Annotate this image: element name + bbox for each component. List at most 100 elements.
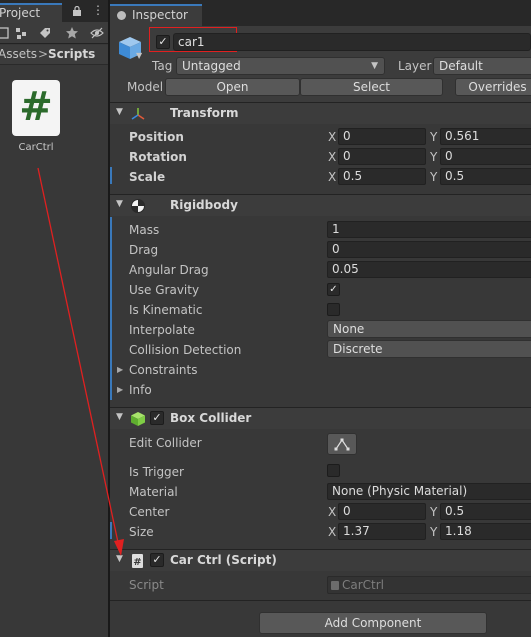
center-y-label[interactable]: Y (430, 505, 437, 519)
modified-indicator (110, 522, 112, 539)
center-label: Center (129, 505, 170, 519)
foldout-arrow-icon[interactable]: ▼ (116, 107, 123, 117)
position-x-label[interactable]: X (328, 130, 336, 144)
gameobject-header: ▼ ✓ car1 Tag Untagged ▼ Layer Default Mo… (110, 26, 531, 102)
collision-detection-value: Discrete (333, 342, 383, 356)
center-x-label[interactable]: X (328, 505, 336, 519)
interpolate-value: None (333, 322, 365, 336)
foldout-arrow-icon[interactable]: ▼ (116, 412, 123, 422)
active-checkbox[interactable]: ✓ (156, 35, 170, 49)
box-collider-icon (131, 412, 145, 426)
size-y-label[interactable]: Y (430, 525, 437, 539)
csharp-script-icon[interactable]: # (12, 80, 60, 136)
position-x-field[interactable]: 0 (338, 128, 426, 145)
rigidbody-icon (131, 199, 145, 213)
add-component-button[interactable]: Add Component (259, 612, 487, 634)
script-component-icon: # (132, 554, 143, 568)
asset-label-carctrl[interactable]: CarCtrl (0, 142, 72, 153)
script-hash-glyph: # (19, 84, 53, 130)
is-kinematic-checkbox[interactable] (327, 303, 340, 316)
layer-dropdown[interactable]: Default (433, 57, 531, 75)
center-x-field[interactable]: 0 (338, 503, 426, 520)
tag-label: Tag (152, 59, 173, 73)
rotation-y-field[interactable]: 0 (440, 148, 531, 165)
angular-drag-field[interactable]: 0.05 (327, 261, 531, 278)
drag-label: Drag (129, 243, 159, 257)
edit-collider-icon (334, 438, 350, 451)
position-y-label[interactable]: Y (430, 130, 437, 144)
scale-y-label[interactable]: Y (430, 170, 437, 184)
edit-collider-button[interactable] (327, 433, 357, 455)
rotation-x-field[interactable]: 0 (338, 148, 426, 165)
angular-drag-label: Angular Drag (129, 263, 209, 277)
foldout-arrow-icon[interactable]: ▼ (116, 554, 123, 564)
layer-dropdown-value: Default (439, 59, 483, 73)
constraints-label[interactable]: Constraints (129, 363, 197, 377)
chevron-down-icon: ▼ (371, 61, 378, 71)
foldout-arrow-icon[interactable]: ▼ (116, 199, 123, 209)
model-overrides-button[interactable]: Overrides (455, 78, 531, 96)
mass-label: Mass (129, 223, 160, 237)
scale-label: Scale (129, 170, 166, 184)
modified-indicator (110, 167, 112, 184)
rigidbody-header[interactable]: ▼ Rigidbody (110, 194, 531, 216)
rotation-y-label[interactable]: Y (430, 150, 437, 164)
tag-dropdown-value: Untagged (182, 59, 241, 73)
interpolate-label: Interpolate (129, 323, 195, 337)
breadcrumb-assets[interactable]: Assets (0, 45, 37, 64)
size-y-field[interactable]: 1.18 (440, 523, 531, 540)
scale-y-field[interactable]: 0.5 (440, 168, 531, 185)
scale-x-field[interactable]: 0.5 (338, 168, 426, 185)
hidden-eye-icon[interactable] (90, 26, 104, 40)
constraints-foldout-icon[interactable]: ▶ (117, 365, 123, 374)
project-panel: Project ⋮ Assets > Scripts # CarCtrl (0, 0, 108, 637)
mass-field[interactable]: 1 (327, 221, 531, 238)
svg-text:#: # (133, 557, 141, 568)
collision-detection-dropdown[interactable]: Discrete (327, 340, 531, 358)
box-collider-title: Box Collider (170, 411, 252, 425)
inspector-panel: Inspector ▼ ✓ car1 Tag Untagged ▼ Layer … (110, 0, 531, 637)
script-reference-field: CarCtrl (327, 576, 531, 594)
interpolate-dropdown[interactable]: None (327, 320, 531, 338)
transform-axes-icon (131, 108, 145, 120)
material-field[interactable]: None (Physic Material) (327, 483, 531, 500)
position-y-field[interactable]: 0.561 (440, 128, 531, 145)
size-x-label[interactable]: X (328, 525, 336, 539)
drag-field[interactable]: 0 (327, 241, 531, 258)
model-open-button[interactable]: Open (165, 78, 300, 96)
carctrl-enabled-checkbox[interactable]: ✓ (150, 553, 164, 567)
carctrl-title: Car Ctrl (Script) (170, 553, 277, 567)
lock-icon[interactable] (72, 6, 82, 16)
size-x-field[interactable]: 1.37 (338, 523, 426, 540)
icon-dropdown-arrow-icon[interactable]: ▼ (136, 51, 142, 60)
edit-collider-label: Edit Collider (129, 436, 202, 450)
carctrl-script-header[interactable]: ▼ # ✓ Car Ctrl (Script) (110, 549, 531, 571)
box-collider-header[interactable]: ▼ ✓ Box Collider (110, 407, 531, 429)
label-icon[interactable] (38, 26, 52, 40)
tab-inspector[interactable]: Inspector (110, 4, 202, 26)
use-gravity-checkbox[interactable]: ✓ (327, 283, 340, 296)
create-icon[interactable] (0, 26, 10, 40)
filter-type-icon[interactable] (14, 26, 28, 40)
favorite-star-icon[interactable] (65, 26, 79, 40)
tag-dropdown[interactable]: Untagged ▼ (176, 57, 385, 75)
model-select-button[interactable]: Select (300, 78, 443, 96)
project-toolbar (0, 22, 108, 44)
layer-label: Layer (398, 59, 432, 73)
box-collider-enabled-checkbox[interactable]: ✓ (150, 411, 164, 425)
more-options-icon[interactable]: ⋮ (92, 4, 104, 16)
info-foldout-icon[interactable]: ▶ (117, 385, 123, 394)
size-label: Size (129, 525, 154, 539)
info-label[interactable]: Info (129, 383, 152, 397)
transform-title: Transform (170, 106, 239, 120)
rotation-x-label[interactable]: X (328, 150, 336, 164)
tab-project[interactable]: Project (0, 3, 62, 22)
is-kinematic-label: Is Kinematic (129, 303, 203, 317)
is-trigger-checkbox[interactable] (327, 464, 340, 477)
tab-inspector-label: Inspector (132, 8, 188, 22)
gameobject-name-field[interactable]: car1 (173, 33, 531, 51)
scale-x-label[interactable]: X (328, 170, 336, 184)
breadcrumb-scripts[interactable]: Scripts (48, 45, 95, 64)
transform-header[interactable]: ▼ Transform (110, 102, 531, 124)
center-y-field[interactable]: 0.5 (440, 503, 531, 520)
